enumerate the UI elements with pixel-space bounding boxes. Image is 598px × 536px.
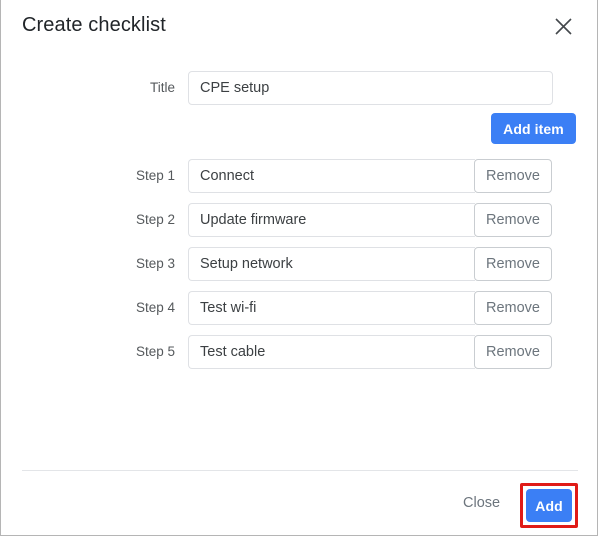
step-label: Step 5 bbox=[135, 344, 175, 359]
step-row: Step 5 Remove bbox=[1, 334, 597, 370]
dialog-footer: Close bbox=[1, 470, 597, 535]
add-button[interactable]: Add bbox=[526, 489, 572, 522]
step-row: Step 3 Remove bbox=[1, 246, 597, 282]
close-icon-button[interactable] bbox=[549, 12, 577, 40]
step-row: Step 1 Remove bbox=[1, 158, 597, 194]
add-item-row: Add item bbox=[1, 113, 597, 145]
page-title: Create checklist bbox=[22, 14, 166, 36]
step-row: Step 2 Remove bbox=[1, 202, 597, 238]
dialog-body: Title Add item Step 1 Remove Step 2 Remo… bbox=[1, 52, 597, 470]
title-label: Title bbox=[149, 80, 175, 95]
step-input[interactable] bbox=[188, 335, 475, 369]
step-input[interactable] bbox=[188, 247, 475, 281]
close-icon bbox=[554, 17, 573, 36]
remove-step-button[interactable]: Remove bbox=[474, 247, 552, 281]
step-input[interactable] bbox=[188, 203, 475, 237]
title-row: Title bbox=[1, 70, 597, 106]
remove-step-button[interactable]: Remove bbox=[474, 159, 552, 193]
step-label: Step 2 bbox=[135, 212, 175, 227]
step-label: Step 3 bbox=[135, 256, 175, 271]
remove-step-button[interactable]: Remove bbox=[474, 203, 552, 237]
footer-divider bbox=[22, 470, 578, 471]
step-row: Step 4 Remove bbox=[1, 290, 597, 326]
step-input[interactable] bbox=[188, 159, 475, 193]
add-item-button[interactable]: Add item bbox=[491, 113, 576, 144]
dialog-header: Create checklist bbox=[1, 0, 597, 52]
create-checklist-dialog: Create checklist Title Add item Step 1 R… bbox=[0, 0, 598, 536]
step-label: Step 4 bbox=[135, 300, 175, 315]
step-input[interactable] bbox=[188, 291, 475, 325]
remove-step-button[interactable]: Remove bbox=[474, 335, 552, 369]
title-input[interactable] bbox=[188, 71, 553, 105]
remove-step-button[interactable]: Remove bbox=[474, 291, 552, 325]
step-label: Step 1 bbox=[135, 168, 175, 183]
close-button[interactable]: Close bbox=[463, 491, 500, 515]
